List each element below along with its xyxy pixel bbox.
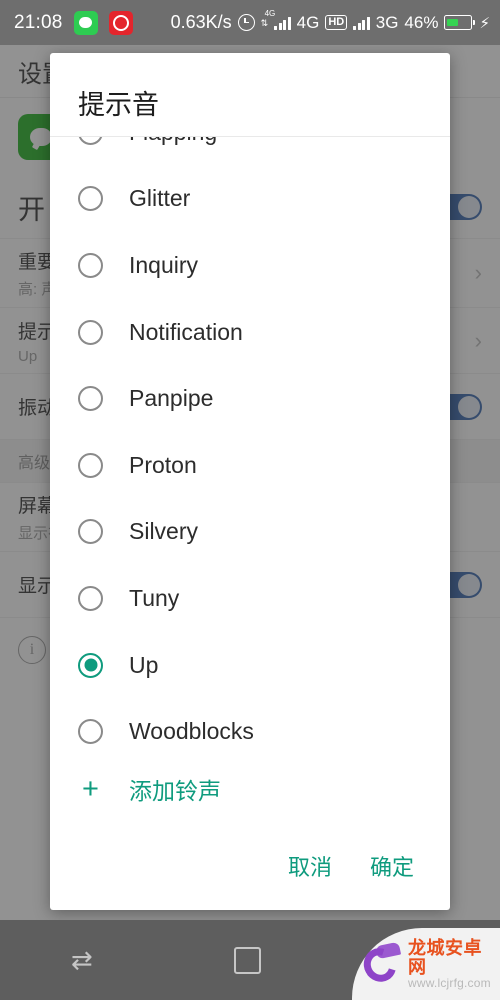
radio-unselected-icon[interactable] bbox=[78, 719, 103, 745]
battery-icon bbox=[444, 15, 476, 30]
netease-music-icon bbox=[108, 10, 133, 35]
sound-option-row[interactable]: Up bbox=[50, 632, 450, 699]
status-indicators: 0.63K/s 4G ⇅ 4G HD 3G 46% ⚡ bbox=[170, 8, 490, 33]
radio-unselected-icon[interactable] bbox=[78, 519, 103, 545]
watermark-logo-icon bbox=[357, 941, 404, 988]
sound-option-row[interactable]: Flapping bbox=[50, 137, 450, 166]
network-label-1: 4G bbox=[296, 12, 320, 32]
add-ringtone-label: 添加铃声 bbox=[129, 778, 221, 804]
sound-option-label: Panpipe bbox=[129, 385, 214, 412]
sound-option-row[interactable]: Silvery bbox=[50, 499, 450, 566]
sound-option-label: Up bbox=[129, 651, 159, 678]
signal-bars-icon-2 bbox=[353, 16, 370, 30]
wechat-icon bbox=[73, 10, 98, 35]
confirm-button[interactable]: 确定 bbox=[368, 846, 416, 886]
add-ringtone-row[interactable]: + 添加铃声 bbox=[50, 756, 450, 822]
watermark-name: 龙城安卓网 bbox=[408, 937, 482, 977]
sound-option-row[interactable]: Tuny bbox=[50, 565, 450, 632]
radio-unselected-icon[interactable] bbox=[78, 386, 103, 412]
radio-selected-icon[interactable] bbox=[78, 652, 103, 678]
sound-option-label: Glitter bbox=[129, 185, 191, 212]
battery-percent-label: 46% bbox=[404, 12, 439, 32]
alarm-clock-icon bbox=[237, 14, 255, 31]
radio-unselected-icon[interactable] bbox=[78, 319, 103, 345]
swap-arrows-icon[interactable]: ⇄ bbox=[71, 945, 93, 976]
phone-screen: 设置 开 重要 高: 声音提示 › 提示音 Up › 振动 bbox=[0, 0, 500, 1000]
radio-unselected-icon[interactable] bbox=[78, 452, 103, 478]
radio-unselected-icon[interactable] bbox=[78, 186, 103, 212]
status-bar: 21:08 0.63K/s 4G ⇅ 4G HD 3G 46% ⚡ bbox=[0, 0, 500, 45]
sound-option-label: Woodblocks bbox=[129, 718, 254, 745]
sound-option-row[interactable]: Inquiry bbox=[50, 232, 450, 299]
watermark-url: www.lcjrfg.com bbox=[408, 975, 491, 990]
plus-icon: + bbox=[82, 772, 99, 805]
sound-option-row[interactable]: Woodblocks bbox=[50, 698, 450, 756]
sound-picker-dialog: 提示音 Flapping Glitter Inquiry Notification Pa… bbox=[50, 53, 450, 910]
sound-option-row[interactable]: Proton bbox=[50, 432, 450, 499]
sound-option-label: Silvery bbox=[129, 518, 199, 545]
radio-unselected-icon[interactable] bbox=[78, 252, 103, 278]
sound-option-label: Proton bbox=[129, 451, 197, 478]
sound-option-label: Flapping bbox=[129, 137, 217, 146]
radio-unselected-icon[interactable] bbox=[78, 585, 103, 611]
sound-option-row[interactable]: Notification bbox=[50, 299, 450, 366]
home-square-icon[interactable] bbox=[234, 946, 262, 974]
radio-unselected-icon[interactable] bbox=[78, 137, 103, 145]
data-transfer-icon: 4G ⇅ bbox=[260, 8, 276, 28]
network-label-2: 3G bbox=[375, 12, 399, 32]
sound-option-label: Notification bbox=[129, 318, 243, 345]
dialog-actions: 取消 确定 bbox=[50, 822, 450, 910]
status-clock: 21:08 bbox=[14, 11, 63, 33]
hd-badge: HD bbox=[325, 15, 348, 30]
lightning-bolt-icon: ⚡ bbox=[479, 14, 490, 32]
sound-option-label: Tuny bbox=[129, 584, 180, 611]
data-network-label: 4G bbox=[264, 8, 276, 18]
sound-options-list[interactable]: Flapping Glitter Inquiry Notification Panpip… bbox=[50, 137, 450, 756]
sound-option-row[interactable]: Panpipe bbox=[50, 365, 450, 432]
cancel-button[interactable]: 取消 bbox=[286, 846, 334, 886]
sound-option-label: Inquiry bbox=[129, 251, 199, 278]
dialog-title: 提示音 bbox=[78, 90, 159, 121]
sound-option-row[interactable]: Glitter bbox=[50, 166, 450, 233]
net-speed-label: 0.63K/s bbox=[170, 12, 232, 32]
signal-bars-icon-1 bbox=[274, 16, 291, 30]
